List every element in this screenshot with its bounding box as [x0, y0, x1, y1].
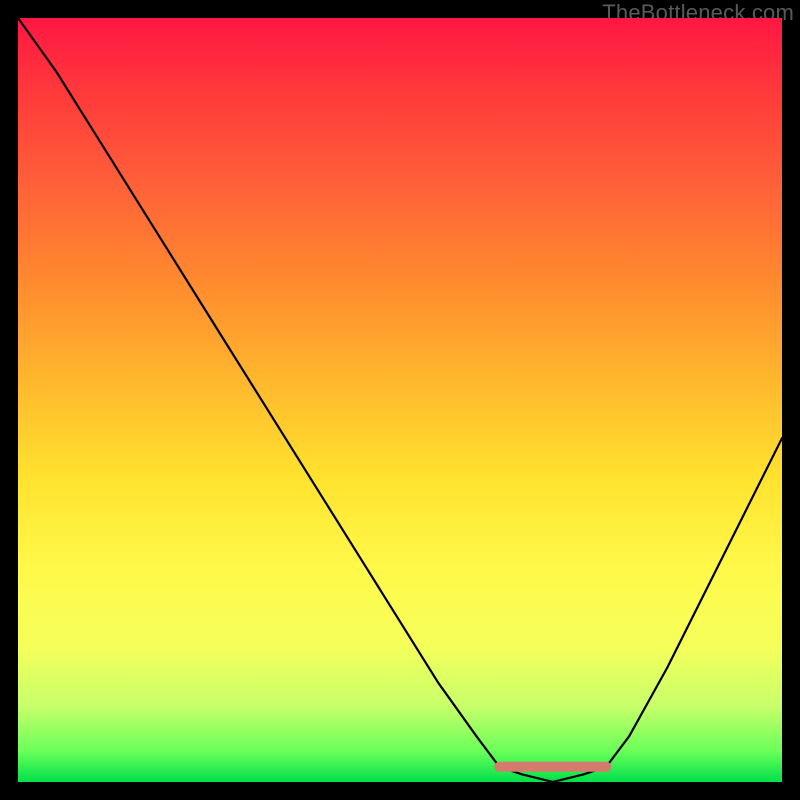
chart-frame: TheBottleneck.com — [0, 0, 800, 800]
plot-area — [18, 18, 782, 782]
curve-layer — [18, 18, 782, 782]
bottleneck-curve — [18, 18, 782, 782]
